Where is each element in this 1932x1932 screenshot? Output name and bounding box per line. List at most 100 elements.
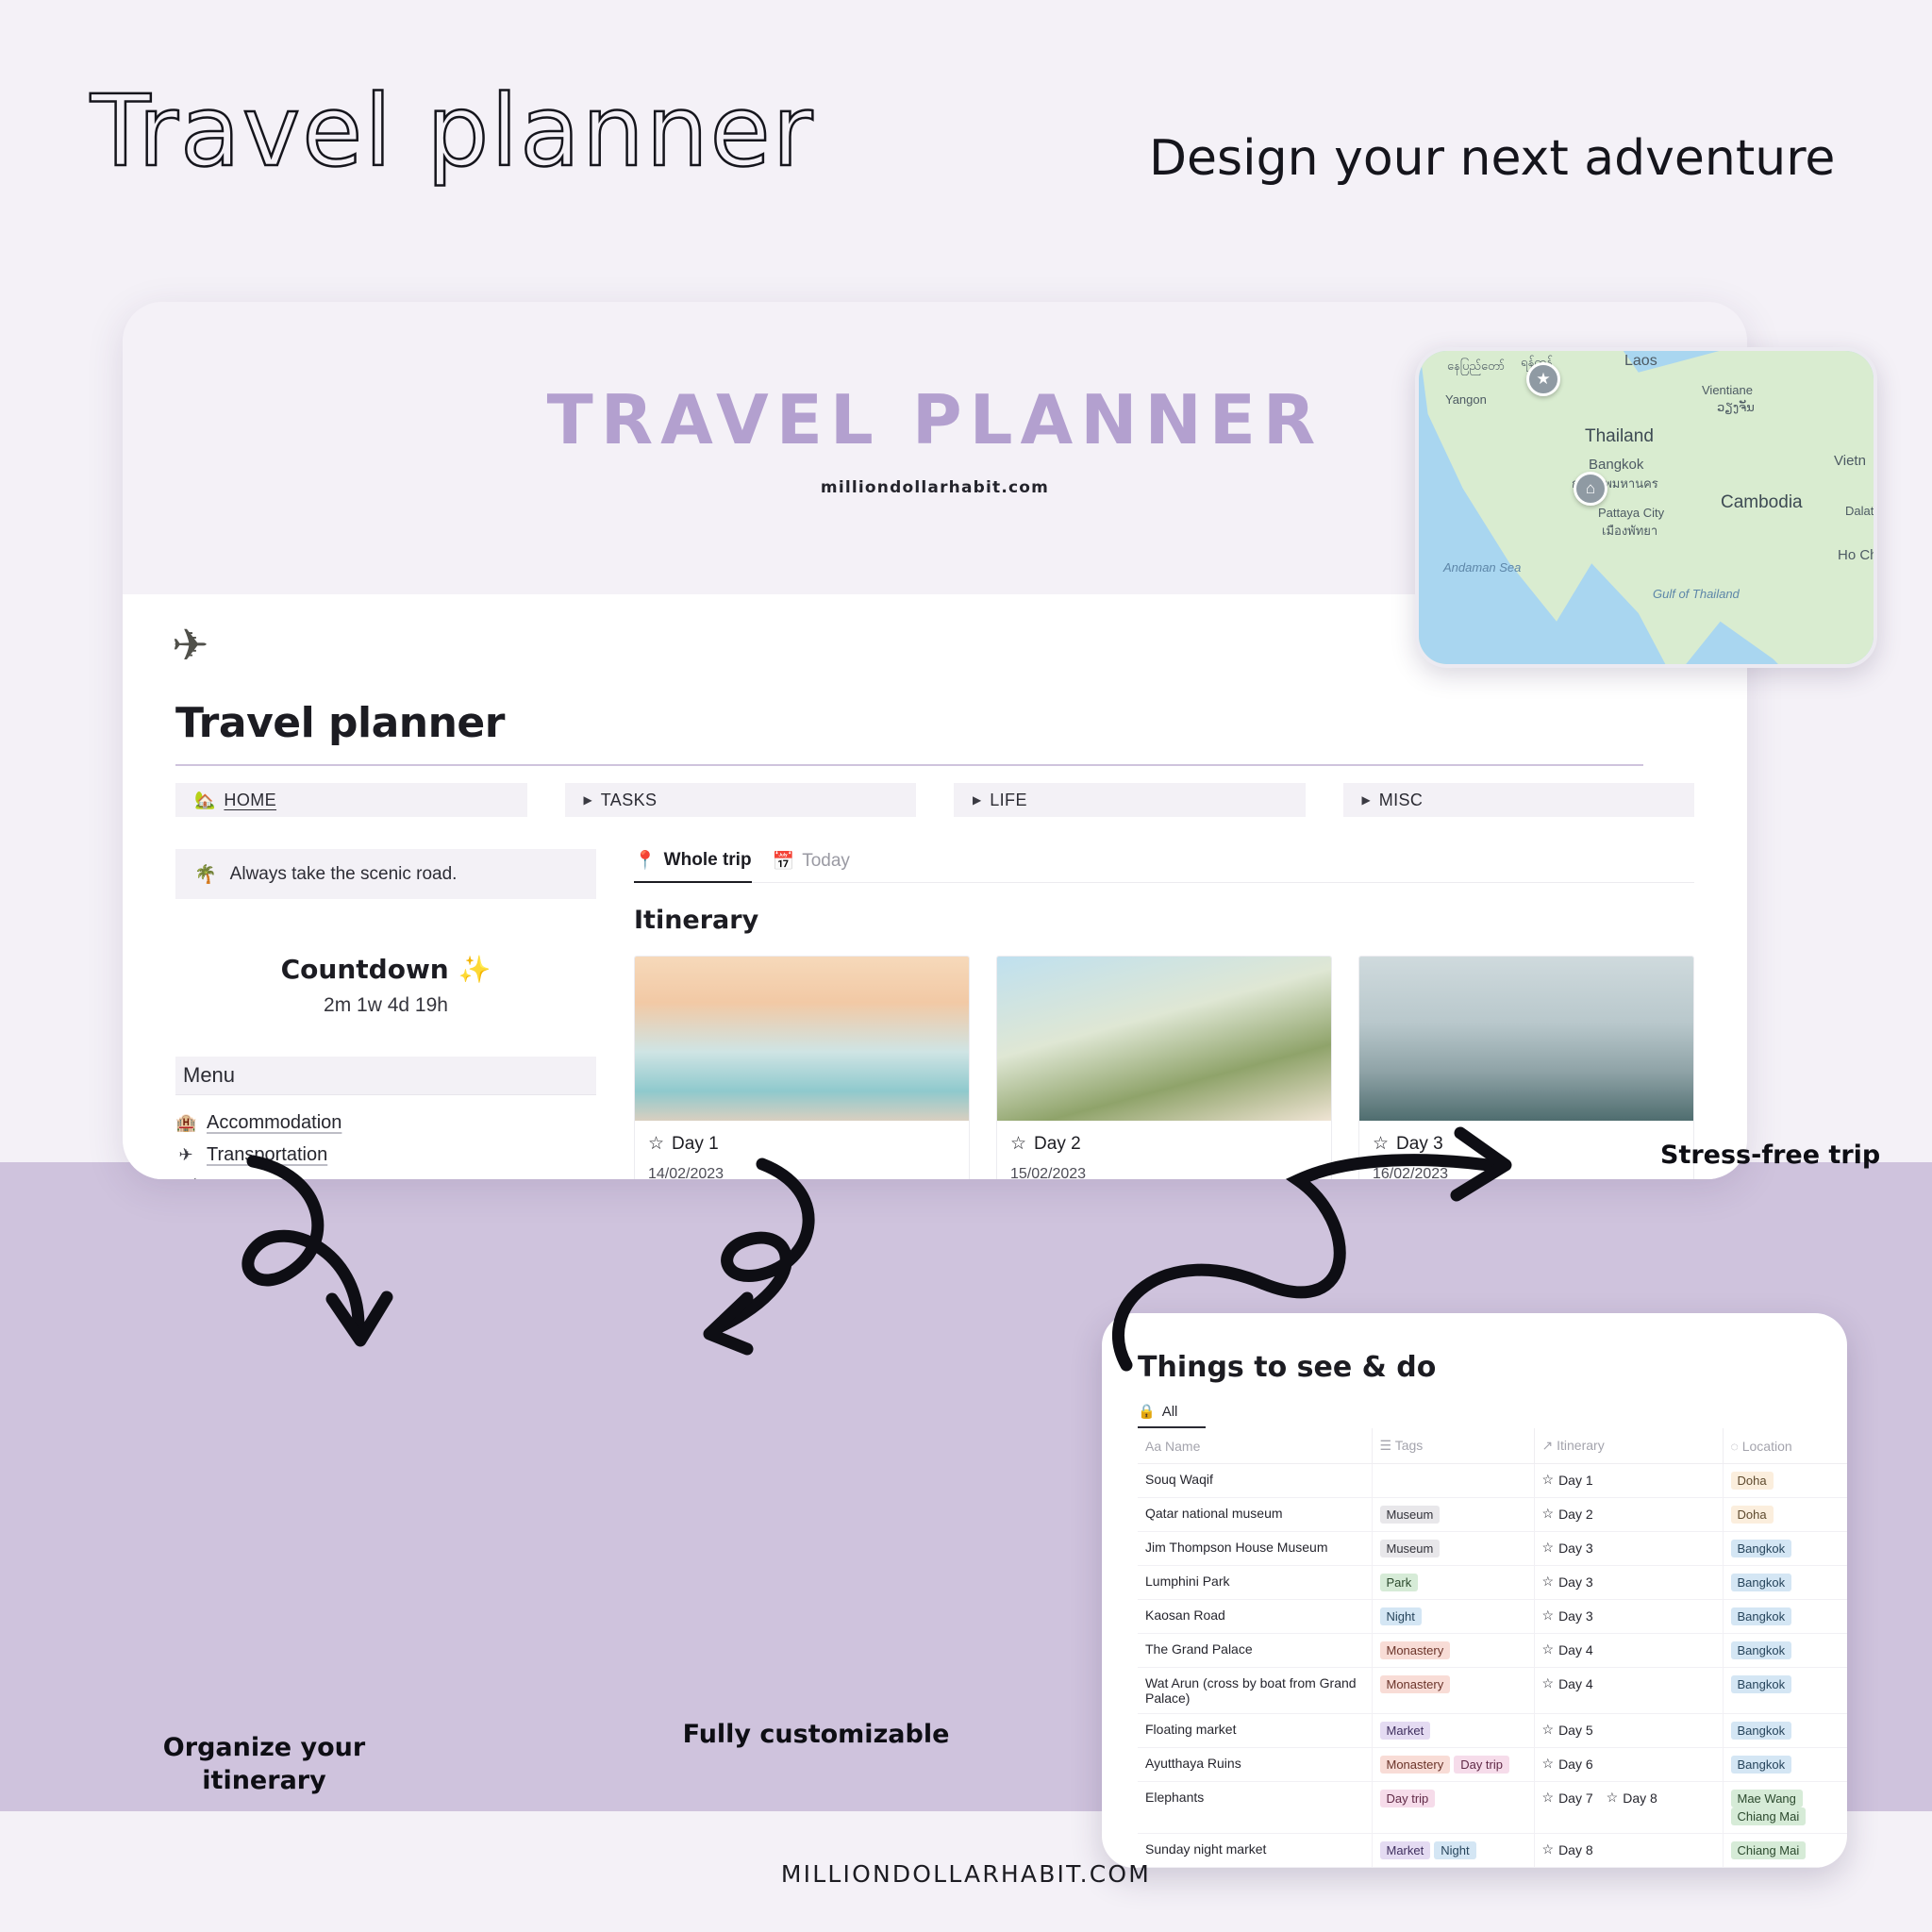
itinerary-day-link[interactable]: ☆ Day 6	[1542, 1756, 1593, 1772]
location-badge: Bangkok	[1730, 1641, 1792, 1659]
cell-location: Bangkok	[1723, 1531, 1847, 1566]
star-icon: ☆	[1606, 1790, 1619, 1805]
table-row[interactable]: Elephants Day trip ☆ Day 7 ☆ Day 8 Mae WangChi…	[1138, 1781, 1847, 1834]
cell-tags: Monastery Day trip	[1372, 1747, 1535, 1782]
column-header-name[interactable]: Aa Name	[1138, 1428, 1373, 1464]
table-row[interactable]: Jim Thompson House Museum Museum ☆ Day 3 Ban…	[1138, 1531, 1847, 1566]
home-pin-icon[interactable]: ⌂	[1574, 472, 1607, 506]
itinerary-day-link[interactable]: ☆ Day 3	[1542, 1540, 1593, 1556]
airplane-icon: ✈	[178, 1144, 193, 1164]
star-icon: ☆	[1541, 1641, 1555, 1657]
tab-tasks[interactable]: ▶ TASKS	[564, 783, 916, 817]
table-row[interactable]: Souq Waqif ☆ Day 1 Doha	[1138, 1463, 1847, 1498]
cell-location: Bangkok	[1723, 1713, 1847, 1748]
cell-name: Wat Arun (cross by boat from Grand Palac…	[1138, 1667, 1373, 1714]
cell-itinerary: ☆ Day 3	[1534, 1531, 1724, 1566]
view-tab-whole-trip[interactable]: 📍 Whole trip	[634, 849, 752, 883]
things-table: Aa Name ☰ Tags ↗ Itinerary ◌ Location So…	[1138, 1428, 1847, 1868]
countdown-value: 2m 1w 4d 19h	[324, 994, 448, 1016]
column-header-tags[interactable]: ☰ Tags	[1372, 1428, 1535, 1464]
triangle-toggle-icon: ▶	[973, 793, 982, 807]
view-tab-label: Today	[802, 850, 850, 871]
table-row[interactable]: The Grand Palace Monastery ☆ Day 4 Bangkok	[1138, 1633, 1847, 1668]
view-tab-today[interactable]: 📅 Today	[773, 849, 850, 882]
tab-home[interactable]: 🏡 HOME	[175, 783, 527, 817]
itinerary-day-link[interactable]: ☆ Day 1	[1542, 1472, 1593, 1488]
map-card[interactable]: နေပြည်တော် ရန်ကုန် Laos Yangon Vientiane…	[1415, 347, 1877, 668]
tag-badge: Day trip	[1379, 1790, 1436, 1807]
itinerary-day-link[interactable]: ☆ Day 5	[1542, 1722, 1593, 1738]
window-content: ✈ Travel planner 🏡 HOME ▶ TASKS ▶ LIFE ▶…	[123, 594, 1747, 1179]
location-badge: Bangkok	[1730, 1574, 1792, 1591]
tag-badge: Monastery	[1379, 1756, 1451, 1774]
itinerary-day-link[interactable]: ☆ Day 2	[1542, 1506, 1593, 1522]
page-subtitle: Design your next adventure	[1149, 130, 1836, 187]
tab-life[interactable]: ▶ LIFE	[954, 783, 1306, 817]
table-row[interactable]: Floating market Market ☆ Day 5 Bangkok	[1138, 1713, 1847, 1748]
star-icon: ☆	[1541, 1841, 1555, 1857]
title-divider	[175, 764, 1643, 766]
cell-itinerary: ☆ Day 1	[1534, 1463, 1724, 1498]
sidebar: 🌴 Always take the scenic road. Countdown…	[175, 849, 596, 1179]
location-badge: Bangkok	[1730, 1722, 1792, 1740]
star-icon: ☆	[1541, 1607, 1555, 1623]
star-pin-icon[interactable]: ★	[1526, 362, 1560, 396]
itinerary-day-link[interactable]: ☆ Day 3	[1542, 1574, 1593, 1590]
cell-itinerary: ☆ Day 6	[1534, 1747, 1724, 1782]
itinerary-day-link[interactable]: ☆ Day 3	[1542, 1607, 1593, 1624]
arrow-fully-customizable	[703, 1158, 815, 1356]
itinerary-day-link[interactable]: ☆ Day 8	[1542, 1841, 1593, 1857]
column-header-itinerary[interactable]: ↗ Itinerary	[1534, 1428, 1724, 1464]
cell-location: Bangkok	[1723, 1667, 1847, 1714]
cell-itinerary: ☆ Day 4	[1534, 1667, 1724, 1714]
palm-tree-emoji: 🌴	[194, 864, 217, 885]
tab-misc[interactable]: ▶ MISC	[1342, 783, 1694, 817]
cell-location: Bangkok	[1723, 1565, 1847, 1600]
things-table-body: Souq Waqif ☆ Day 1 Doha Qatar national museu…	[1138, 1463, 1847, 1868]
relation-icon: ↗	[1541, 1438, 1554, 1453]
cell-name: Ayutthaya Ruins	[1138, 1747, 1373, 1782]
map-label: Vietn	[1834, 453, 1866, 469]
things-to-see-panel: Things to see & do 🔒 All Aa Name ☰ Tags …	[1102, 1313, 1847, 1868]
itinerary-day-link[interactable]: ☆ Day 4	[1542, 1675, 1593, 1691]
tag-badge: Museum	[1379, 1540, 1441, 1557]
cell-tags	[1372, 1463, 1535, 1498]
table-row[interactable]: Ayutthaya Ruins Monastery Day trip ☆ Day 6 Ba…	[1138, 1747, 1847, 1782]
cell-location: Mae WangChiang Mai	[1723, 1781, 1847, 1834]
location-badge: Mae Wang	[1730, 1790, 1803, 1807]
itinerary-day-link[interactable]: ☆ Day 4	[1542, 1641, 1593, 1657]
map-label-thailand: Thailand	[1585, 426, 1654, 446]
location-badge: Bangkok	[1730, 1540, 1792, 1557]
column-header-location[interactable]: ◌ Location	[1723, 1428, 1847, 1464]
itinerary-heading: Itinerary	[634, 906, 759, 935]
table-row[interactable]: Kaosan Road Night ☆ Day 3 Bangkok	[1138, 1599, 1847, 1634]
card-day-label: Day 1	[672, 1133, 719, 1154]
cell-name: Lumphini Park	[1138, 1565, 1373, 1600]
tab-home-label: HOME	[224, 790, 277, 809]
itinerary-card[interactable]: ☆ Day 1 14/02/2023 🏨 Hotel Doha ✈ CDG - …	[634, 956, 970, 1179]
countdown-title: Countdown ✨	[280, 954, 491, 985]
things-view-tab-all[interactable]: 🔒 All	[1138, 1403, 1206, 1428]
table-row[interactable]: Wat Arun (cross by boat from Grand Palac…	[1138, 1667, 1847, 1714]
cell-itinerary: ☆ Day 2	[1534, 1497, 1724, 1532]
text-type-icon: Aa	[1145, 1438, 1162, 1454]
table-row[interactable]: Qatar national museum Museum ☆ Day 2 Doha	[1138, 1497, 1847, 1532]
multiselect-icon: ☰	[1379, 1438, 1392, 1453]
map-label: Dalat	[1845, 504, 1874, 518]
triangle-toggle-icon: ▶	[1361, 793, 1371, 807]
table-row[interactable]: Lumphini Park Park ☆ Day 3 Bangkok	[1138, 1565, 1847, 1600]
itinerary-day-link[interactable]: ☆ Day 8	[1607, 1790, 1657, 1806]
tag-badge: Monastery	[1379, 1641, 1451, 1659]
itinerary-day-link[interactable]: ☆ Day 7	[1542, 1790, 1593, 1806]
cell-name: Elephants	[1138, 1781, 1373, 1834]
map-label: Pattaya City	[1598, 506, 1665, 520]
cell-tags: Monastery	[1372, 1633, 1535, 1668]
tab-tasks-label: TASKS	[600, 790, 658, 809]
tag-badge: Night	[1379, 1607, 1422, 1625]
map-label: ວຽງຈັນ	[1717, 400, 1755, 414]
sidebar-item-accommodation[interactable]: 🏨 Accommodation	[175, 1107, 596, 1139]
map-label: Vientiane	[1702, 383, 1753, 397]
cell-itinerary: ☆ Day 7 ☆ Day 8	[1534, 1781, 1724, 1834]
cell-itinerary: ☆ Day 5	[1534, 1713, 1724, 1748]
location-badge: Doha	[1730, 1506, 1774, 1524]
